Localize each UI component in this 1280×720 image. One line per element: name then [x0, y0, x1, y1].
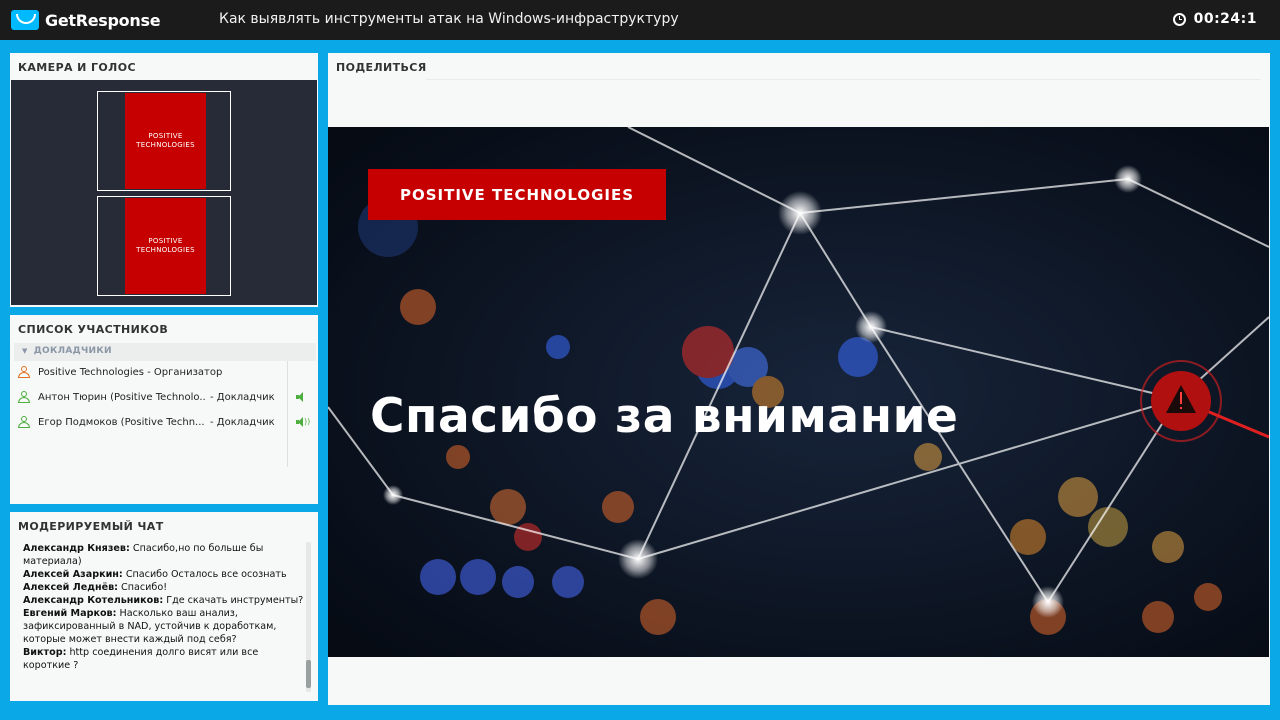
organizer-user-icon — [17, 365, 31, 379]
chat-message: Александр Котельников: Где скачать инстр… — [23, 594, 305, 607]
getresponse-logo: GetResponse — [11, 9, 161, 31]
header-divider — [426, 79, 1260, 80]
share-footer — [328, 657, 1269, 705]
chat-message: Виктор: http соединения долго висят или … — [23, 646, 305, 672]
speakers-group-toggle[interactable]: ▼ ДОКЛАДЧИКИ — [14, 343, 316, 361]
share-panel-header: ПОДЕЛИТЬСЯ — [336, 61, 427, 74]
chat-panel-header: МОДЕРИРУЕМЫЙ ЧАТ — [18, 520, 164, 533]
slide-title: Спасибо за внимание — [370, 389, 959, 444]
slide-brand-logo: POSITIVE TECHNOLOGIES — [368, 169, 666, 220]
webinar-title: Как выявлять инструменты атак на Windows… — [219, 11, 679, 27]
camera-area: POSITIVE TECHNOLOGIES POSITIVE TECHNOLOGIE… — [11, 80, 317, 305]
video-tile[interactable]: POSITIVE TECHNOLOGIES — [97, 91, 231, 191]
logo-text: GetResponse — [45, 10, 161, 30]
message-text: Спасибо! — [118, 582, 168, 593]
chat-message: Александр Князев: Спасибо,но по больше б… — [23, 542, 305, 568]
participants-panel: СПИСОК УЧАСТНИКОВ ▼ ДОКЛАДЧИКИ Positive T… — [10, 315, 318, 504]
participant-name: Егор Подмоков (Positive Techn... — [38, 416, 205, 428]
participant-name: Positive Technologies - Организатор — [38, 366, 223, 378]
tile-logo: POSITIVE TECHNOLOGIES — [125, 198, 206, 294]
message-author: Евгений Марков: — [23, 608, 117, 619]
participant-row[interactable]: Егор Подмоков (Positive Techn... - Докла… — [14, 411, 290, 433]
getresponse-logo-icon — [11, 10, 39, 30]
message-author: Александр Князев: — [23, 543, 130, 554]
top-bar: GetResponse Как выявлять инструменты ата… — [0, 0, 1280, 40]
column-divider — [287, 361, 288, 467]
message-author: Александр Котельников: — [23, 595, 164, 606]
participant-row[interactable]: Positive Technologies - Организатор — [14, 361, 290, 383]
triangle-down-icon: ▼ — [22, 347, 28, 355]
chat-panel: МОДЕРИРУЕМЫЙ ЧАТ Александр Князев: Спаси… — [10, 512, 318, 701]
message-text: Где скачать инструменты? — [163, 595, 304, 606]
chat-message: Алексей Азаркин: Спасибо Осталось все ос… — [23, 568, 305, 581]
participant-row[interactable]: Антон Тюрин (Positive Technolo... - Докл… — [14, 386, 290, 408]
message-text: Спасибо Осталось все осознать — [122, 569, 287, 580]
camera-panel: КАМЕРА И ГОЛОС POSITIVE TECHNOLOGIES POSI… — [10, 53, 318, 307]
participant-role: - Докладчик — [210, 416, 275, 428]
participant-name: Антон Тюрин (Positive Technolo... — [38, 391, 206, 403]
session-timer: 00:24:1 — [1172, 11, 1257, 27]
speaker-volume-icon[interactable]: )) — [296, 417, 310, 427]
chat-message: Алексей Леднёв: Спасибо! — [23, 581, 305, 594]
tile-logo: POSITIVE TECHNOLOGIES — [125, 93, 206, 189]
message-author: Виктор: — [23, 647, 67, 658]
message-author: Алексей Азаркин: — [23, 569, 123, 580]
video-tile[interactable]: POSITIVE TECHNOLOGIES — [97, 196, 231, 296]
camera-panel-header: КАМЕРА И ГОЛОС — [18, 61, 136, 74]
share-panel: ПОДЕЛИТЬСЯ POSITIVE TECHNOLOGIES Спасибо… — [328, 53, 1270, 705]
message-author: Алексей Леднёв: — [23, 582, 118, 593]
chat-scrollbar-thumb[interactable] — [306, 660, 311, 688]
participant-role: - Докладчик — [210, 391, 275, 403]
chat-message: Евгений Марков: Насколько ваш анализ, за… — [23, 607, 305, 646]
speaker-user-icon — [17, 390, 31, 404]
group-label: ДОКЛАДЧИКИ — [33, 346, 112, 356]
chat-messages: Александр Князев: Спасибо,но по больше б… — [23, 542, 305, 692]
speaker-user-icon — [17, 415, 31, 429]
clock-icon — [1172, 12, 1186, 26]
presentation-slide: POSITIVE TECHNOLOGIES Спасибо за внимани… — [328, 127, 1269, 657]
participants-panel-header: СПИСОК УЧАСТНИКОВ — [18, 323, 169, 336]
timer-value: 00:24:1 — [1193, 11, 1257, 27]
speaker-volume-icon[interactable] — [296, 392, 308, 402]
